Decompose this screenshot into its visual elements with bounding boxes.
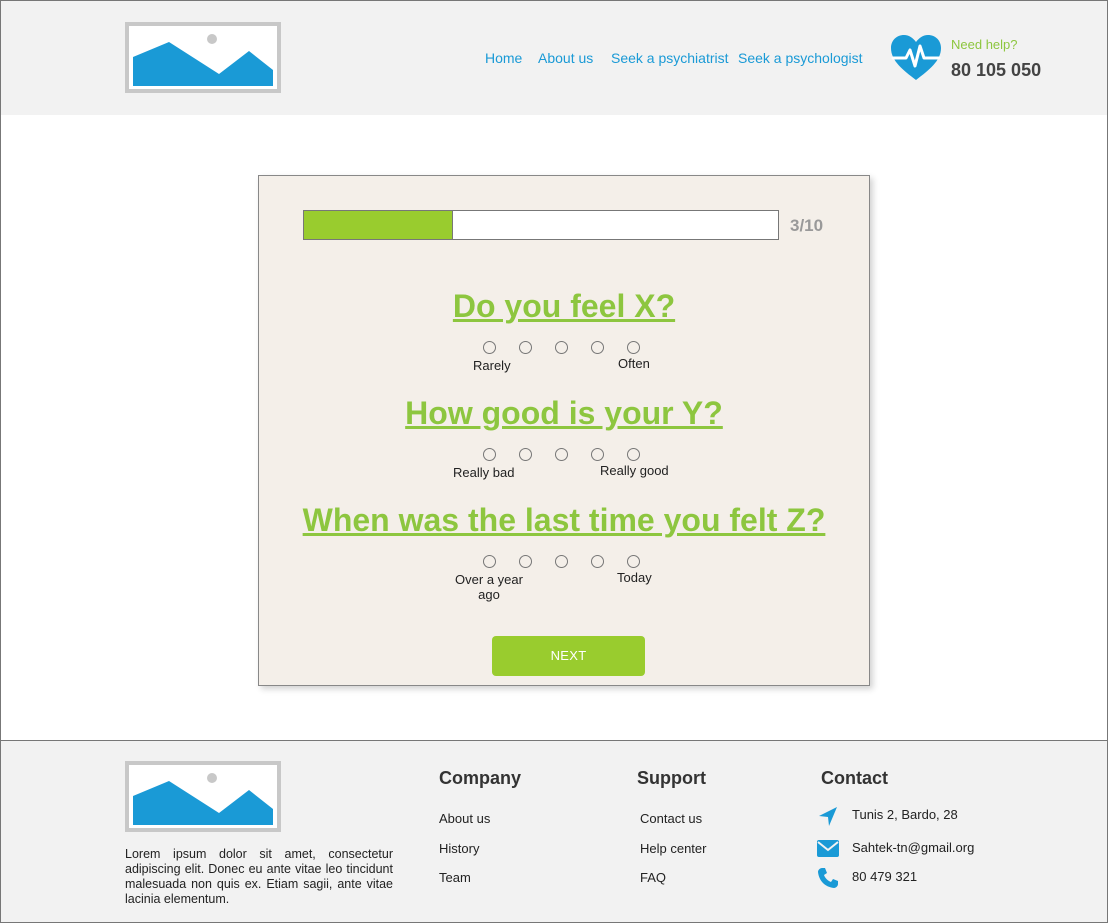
help-phone-number[interactable]: 80 105 050 <box>951 60 1041 81</box>
nav-about-link[interactable]: About us <box>538 50 593 66</box>
q3-option-1-radio[interactable] <box>483 555 496 568</box>
email-envelope-icon <box>817 840 839 862</box>
q2-low-label: Really bad <box>453 465 515 480</box>
nav-psychiatrist-link[interactable]: Seek a psychiatrist <box>611 50 729 66</box>
next-button[interactable]: NEXT <box>492 636 645 676</box>
q3-low-label: Over a year ago <box>449 572 529 602</box>
footer-link-about[interactable]: About us <box>439 811 490 826</box>
q3-option-5-radio[interactable] <box>627 555 640 568</box>
q1-option-4-radio[interactable] <box>591 341 604 354</box>
q1-option-3-radio[interactable] <box>555 341 568 354</box>
site-footer: Lorem ipsum dolor sit amet, consectetur … <box>0 740 1108 923</box>
q3-low-label-line1: Over a year <box>455 572 523 587</box>
q2-option-3-radio[interactable] <box>555 448 568 461</box>
q3-low-label-line2: ago <box>478 587 500 602</box>
footer-link-faq[interactable]: FAQ <box>640 870 666 885</box>
footer-description: Lorem ipsum dolor sit amet, consectetur … <box>125 847 393 906</box>
contact-phone[interactable]: 80 479 321 <box>852 869 917 884</box>
q3-option-3-radio[interactable] <box>555 555 568 568</box>
support-heading: Support <box>637 768 706 788</box>
contact-email[interactable]: Sahtek-tn@gmail.org <box>852 840 974 855</box>
q2-option-5-radio[interactable] <box>627 448 640 461</box>
heart-pulse-icon <box>889 34 943 87</box>
progress-counter: 3/10 <box>790 216 824 235</box>
q2-option-4-radio[interactable] <box>591 448 604 461</box>
q1-low-label: Rarely <box>473 358 511 373</box>
question-2-title: How good is your Y? <box>405 395 723 431</box>
q3-high-label: Today <box>617 570 652 585</box>
need-help-label: Need help? <box>951 37 1018 52</box>
location-arrow-icon <box>817 806 839 833</box>
phone-icon <box>817 867 839 894</box>
q1-option-5-radio[interactable] <box>627 341 640 354</box>
image-placeholder-icon <box>133 773 273 825</box>
contact-address: Tunis 2, Bardo, 28 <box>852 807 958 822</box>
contact-heading: Contact <box>821 768 888 788</box>
site-header: Home About us Seek a psychiatrist Seek a… <box>0 0 1108 116</box>
company-heading: Company <box>439 768 522 788</box>
q1-option-2-radio[interactable] <box>519 341 532 354</box>
q1-option-1-radio[interactable] <box>483 341 496 354</box>
quiz-card: 3/10 Do you feel X? Rarely Often How goo… <box>258 175 870 686</box>
q3-option-4-radio[interactable] <box>591 555 604 568</box>
q1-high-label: Often <box>618 356 650 371</box>
footer-link-contact[interactable]: Contact us <box>640 811 702 826</box>
question-1-title: Do you feel X? <box>452 288 676 324</box>
nav-psychologist-link[interactable]: Seek a psychologist <box>738 50 863 66</box>
footer-logo-image[interactable] <box>125 761 281 832</box>
q2-high-label: Really good <box>600 463 669 478</box>
logo-image[interactable] <box>125 22 281 93</box>
progress-fill <box>304 211 454 239</box>
q2-option-2-radio[interactable] <box>519 448 532 461</box>
footer-link-history[interactable]: History <box>439 841 479 856</box>
q3-option-2-radio[interactable] <box>519 555 532 568</box>
image-placeholder-icon <box>133 34 273 86</box>
progress-bar <box>303 210 779 240</box>
footer-link-team[interactable]: Team <box>439 870 471 885</box>
footer-link-help-center[interactable]: Help center <box>640 841 706 856</box>
nav-home-link[interactable]: Home <box>485 50 522 66</box>
q2-option-1-radio[interactable] <box>483 448 496 461</box>
question-3-title: When was the last time you felt Z? <box>302 502 826 538</box>
